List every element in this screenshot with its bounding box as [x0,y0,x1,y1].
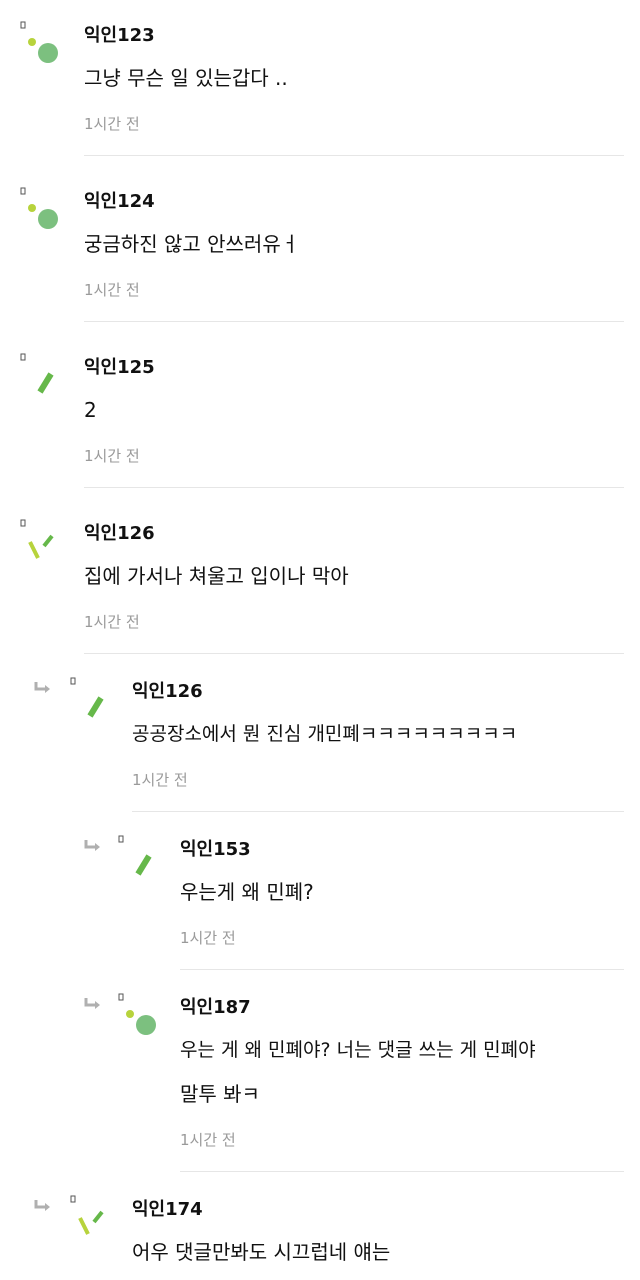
comment-author[interactable]: 익인125 [84,356,155,380]
comment-text: 어우 댓글만봐도 시끄럽네 얘는 [132,1240,391,1264]
comment-item: 익인125 2 1시간 전 [0,332,640,488]
v-lines-icon [68,1194,112,1254]
comment-author[interactable]: 익인126 [132,680,203,704]
divider [84,155,624,156]
dots-circle-icon [18,186,62,246]
comment-time: 1시간 전 [180,1131,236,1149]
slash-bar-icon [68,676,112,736]
reply-item: 익인187 우는 게 왜 민폐야? 너는 댓글 쓰는 게 민폐야 말투 봐ㅋ 1… [0,972,640,1172]
comment-text-line-2: 말투 봐ㅋ [180,1082,260,1106]
comment-time: 1시간 전 [132,771,188,789]
comment-text: 궁금하진 않고 안쓰러유ㅓ [84,232,300,256]
reply-arrow-icon [34,680,52,694]
comment-time: 1시간 전 [84,115,140,133]
dots-circle-icon [116,992,160,1052]
v-lines-icon [18,518,62,578]
comment-item: 익인124 궁금하진 않고 안쓰러유ㅓ 1시간 전 [0,166,640,322]
reply-item: 익인126 공공장소에서 뭔 진심 개민폐ㅋㅋㅋㅋㅋㅋㅋㅋㅋ 1시간 전 [0,656,640,812]
comment-author[interactable]: 익인153 [180,838,251,862]
comment-author[interactable]: 익인123 [84,24,155,48]
comment-text: 그냥 무슨 일 있는갑다 .. [84,66,288,90]
comment-text: 집에 가서나 쳐울고 입이나 막아 [84,564,349,588]
comment-time: 1시간 전 [84,447,140,465]
comment-author[interactable]: 익인174 [132,1198,203,1222]
reply-item: 익인153 우는게 왜 민폐? 1시간 전 [0,814,640,970]
reply-arrow-icon [84,996,102,1010]
comment-time: 1시간 전 [84,613,140,631]
reply-arrow-icon [84,838,102,852]
comment-text: 우는게 왜 민폐? [180,880,314,904]
comment-time: 1시간 전 [84,281,140,299]
divider [84,653,624,654]
comment-text: 공공장소에서 뭔 진심 개민폐ㅋㅋㅋㅋㅋㅋㅋㅋㅋ [132,723,518,745]
reply-item: 익인174 어우 댓글만봐도 시끄럽네 얘는 [0,1174,640,1280]
divider [180,969,624,970]
slash-bar-icon [116,834,160,894]
divider [180,1171,624,1172]
comment-text-line-1: 우는 게 왜 민폐야? 너는 댓글 쓰는 게 민폐야 [180,1039,536,1061]
divider [84,321,624,322]
comment-text: 2 [84,398,97,422]
comment-item: 익인126 집에 가서나 쳐울고 입이나 막아 1시간 전 [0,498,640,654]
comment-author[interactable]: 익인126 [84,522,155,546]
reply-arrow-icon [34,1198,52,1212]
divider [84,487,624,488]
divider [132,811,624,812]
comment-item: 익인123 그냥 무슨 일 있는갑다 .. 1시간 전 [0,0,640,156]
comment-author[interactable]: 익인124 [84,190,155,214]
comment-author[interactable]: 익인187 [180,996,251,1020]
slash-bar-icon [18,352,62,412]
comment-time: 1시간 전 [180,929,236,947]
dots-circle-icon [18,20,62,80]
